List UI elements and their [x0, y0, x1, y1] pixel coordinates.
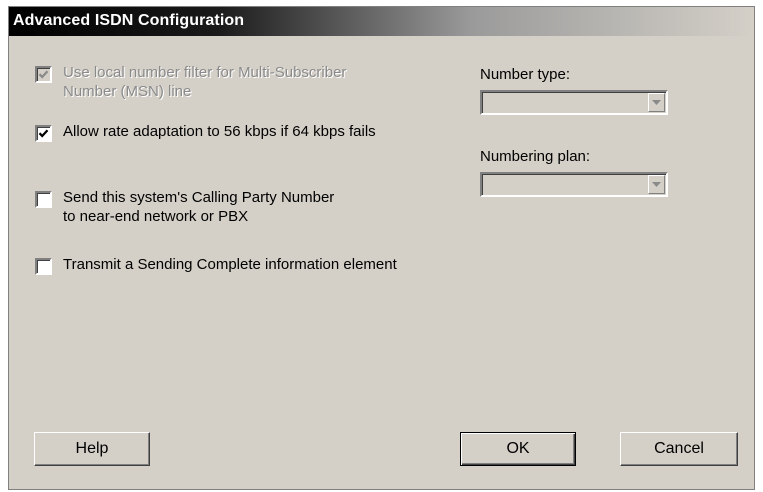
- rate-adaptation-label[interactable]: Allow rate adaptation to 56 kbps if 64 k…: [63, 122, 376, 141]
- ok-button[interactable]: OK: [460, 432, 576, 466]
- calling-party-option[interactable]: Send this system's Calling Party Number …: [35, 188, 334, 226]
- number-type-select[interactable]: [480, 90, 668, 115]
- sending-complete-checkbox[interactable]: [35, 258, 52, 275]
- checkmark-icon: [38, 70, 49, 79]
- number-type-label: Number type:: [480, 66, 571, 83]
- numbering-plan-label: Numbering plan:: [480, 148, 591, 165]
- help-button[interactable]: Help: [34, 432, 150, 466]
- sending-complete-label[interactable]: Transmit a Sending Complete information …: [63, 255, 397, 274]
- numbering-plan-select[interactable]: [480, 172, 668, 197]
- chevron-down-icon: [652, 182, 661, 187]
- rate-adaptation-option[interactable]: Allow rate adaptation to 56 kbps if 64 k…: [35, 122, 376, 142]
- calling-party-label[interactable]: Send this system's Calling Party Number …: [63, 188, 334, 226]
- numbering-plan-dropdown-button[interactable]: [648, 175, 665, 194]
- rate-adaptation-checkbox[interactable]: [35, 125, 52, 142]
- number-type-dropdown-button[interactable]: [648, 93, 665, 112]
- title-bar[interactable]: Advanced ISDN Configuration: [9, 7, 754, 36]
- checkmark-icon: [38, 129, 49, 138]
- dialog-title: Advanced ISDN Configuration: [13, 12, 245, 29]
- cancel-button[interactable]: Cancel: [620, 432, 738, 466]
- msn-filter-label: Use local number filter for Multi-Subscr…: [63, 64, 347, 100]
- calling-party-checkbox[interactable]: [35, 191, 52, 208]
- advanced-isdn-dialog: Advanced ISDN Configuration Use local nu…: [8, 6, 755, 490]
- msn-filter-checkbox: [35, 66, 52, 83]
- msn-filter-option: Use local number filter for Multi-Subscr…: [35, 63, 346, 101]
- sending-complete-option[interactable]: Transmit a Sending Complete information …: [35, 255, 397, 275]
- chevron-down-icon: [652, 100, 661, 105]
